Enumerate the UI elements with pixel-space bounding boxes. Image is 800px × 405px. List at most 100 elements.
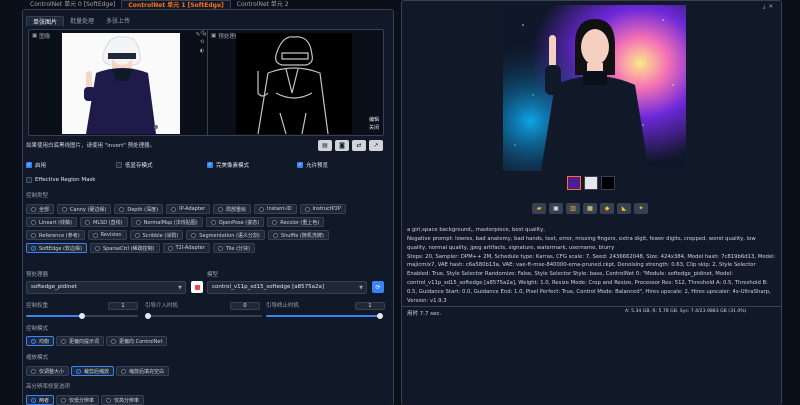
swap-icon[interactable]: ⇄ <box>352 140 366 151</box>
send-to-inpaint-icon[interactable]: ◆ <box>600 203 614 214</box>
radio-option[interactable]: Reference (参考) <box>26 230 85 240</box>
radio-option[interactable]: Revision <box>87 230 127 240</box>
tab-unit-0[interactable]: ControlNet 单元 0 [SoftEdge] <box>24 0 121 9</box>
radio-option[interactable]: SparseCtrl (稀疏控制) <box>89 243 160 253</box>
close-icon[interactable]: ✕ <box>768 4 773 11</box>
radio-option[interactable]: IP-Adapter <box>166 204 211 214</box>
end-slider-thumb[interactable] <box>377 313 383 319</box>
star-icon[interactable]: ✦ <box>634 203 648 214</box>
radio-dot-icon <box>217 245 223 251</box>
control-mode-label: 控制模式 <box>26 326 49 332</box>
undo-icon[interactable]: ↺ <box>200 30 204 36</box>
run-preprocessor-button[interactable] <box>191 281 203 293</box>
radio-option[interactable]: Scribble (涂鸦) <box>129 230 184 240</box>
end-label: 引导终止时机 <box>266 303 300 309</box>
pixel-perfect-checkbox[interactable]: ✓ 完美像素模式 <box>207 161 249 169</box>
radio-option[interactable]: Depth (深度) <box>114 204 164 214</box>
chevron-down-icon: ▼ <box>178 285 182 291</box>
palette-icon[interactable]: ◐ <box>200 48 204 54</box>
effective-region-mask-label: Effective Region Mask <box>35 177 96 183</box>
radio-option[interactable]: Instant-ID <box>254 204 297 214</box>
tab-batch[interactable]: 批量处理 <box>64 16 100 27</box>
radio-option[interactable]: 仅高分辨率 <box>101 395 145 405</box>
radio-label: Instant-ID <box>267 206 292 212</box>
open-canvas-icon[interactable]: ▤ <box>318 140 332 151</box>
start-input[interactable]: 0 <box>230 302 260 310</box>
folder-icon[interactable]: ▰ <box>532 203 546 214</box>
radio-label: InstructP2P <box>312 206 341 212</box>
radio-option[interactable]: NormalMap (法线贴图) <box>130 217 203 227</box>
thumbnail-strip <box>567 176 615 190</box>
radio-option[interactable]: Recolor (重上色) <box>267 217 325 227</box>
start-slider[interactable] <box>145 313 262 319</box>
weight-input[interactable]: 1 <box>108 302 138 310</box>
weight-slider[interactable] <box>26 313 138 319</box>
radio-label: 局部重绘 <box>226 206 247 213</box>
send-to-extras-icon[interactable]: ◣ <box>617 203 631 214</box>
thumbnail-result[interactable] <box>567 176 581 190</box>
save-icon[interactable]: ▣ <box>549 203 563 214</box>
redo-icon[interactable]: ⟲ <box>200 39 204 45</box>
radio-option[interactable]: 仅低分辨率 <box>56 395 100 405</box>
camera-icon[interactable]: ◙ <box>335 140 349 151</box>
output-main-image[interactable] <box>503 5 686 171</box>
radio-option[interactable]: 全部 <box>26 204 55 214</box>
radio-dot-icon <box>210 219 216 225</box>
send-dimensions-icon[interactable]: ↗ <box>369 140 383 151</box>
radio-option[interactable]: MLSD (直线) <box>80 217 128 227</box>
radio-dot-icon <box>304 206 310 212</box>
end-slider[interactable] <box>266 313 383 319</box>
effective-region-mask-checkbox[interactable]: Effective Region Mask <box>26 177 96 183</box>
radio-option[interactable]: 更偏向 ControlNet <box>106 336 168 346</box>
radio-option[interactable]: 两者 <box>26 395 55 405</box>
source-image-dropzone[interactable]: ▣ 图像 ✎ ✕ <box>28 29 210 136</box>
radio-option[interactable]: SoftEdge (软边缘) <box>26 243 87 253</box>
radio-option[interactable]: InstructP2P <box>299 204 346 214</box>
end-input[interactable]: 1 <box>355 302 385 310</box>
low-vram-checkbox[interactable]: 低显存模式 <box>116 161 153 169</box>
tab-unit-2[interactable]: ControlNet 单元 2 <box>231 0 295 9</box>
download-icon[interactable]: ⤓ <box>763 4 765 11</box>
image-label: 图像 <box>39 34 51 40</box>
radio-option[interactable]: 缩放后填充空白 <box>116 366 170 376</box>
radio-option[interactable]: Lineart (线稿) <box>26 217 77 227</box>
thumbnail-preprocessed[interactable] <box>601 176 615 190</box>
radio-option[interactable]: Segmentation (语义分割) <box>186 230 265 240</box>
start-slider-thumb[interactable] <box>145 313 151 319</box>
radio-option[interactable]: Canny (硬边缘) <box>57 204 112 214</box>
weight-label: 控制权重 <box>26 303 49 309</box>
radio-option[interactable]: 更偏向提示词 <box>56 336 105 346</box>
radio-option[interactable]: 裁剪后缩放 <box>71 366 115 376</box>
radio-option[interactable]: 均衡 <box>26 336 55 346</box>
radio-option[interactable]: 局部重绘 <box>213 204 252 214</box>
zip-icon[interactable]: ▥ <box>566 203 580 214</box>
app-root: ControlNet 单元 0 [SoftEdge] ControlNet 单元… <box>0 0 800 405</box>
radio-label: Scribble (涂鸦) <box>142 232 179 239</box>
allow-preview-checkbox[interactable]: ✓ 允许预览 <box>297 161 328 169</box>
resize-mode-label: 缩放模式 <box>26 355 49 361</box>
radio-dot-icon <box>259 206 265 212</box>
enable-checkbox[interactable]: ✓ 启用 <box>26 161 46 169</box>
image-label-wrap: ▣ 图像 <box>32 32 50 40</box>
radio-option[interactable]: T2I-Adapter <box>162 243 210 253</box>
tab-unit-1[interactable]: ControlNet 单元 1 [SoftEdge] <box>121 0 231 9</box>
preprocessor-select[interactable]: softedge_pidinet ▼ <box>26 281 186 294</box>
radio-option[interactable]: OpenPose (姿态) <box>205 217 265 227</box>
preprocessor-value: softedge_pidinet <box>31 284 77 290</box>
tab-single-image[interactable]: 单张图片 <box>26 16 65 27</box>
radio-option[interactable]: Tile (分块) <box>212 243 255 253</box>
radio-option[interactable]: Shuffle (随机洗牌) <box>267 230 329 240</box>
thumbnail-source[interactable] <box>584 176 598 190</box>
refresh-models-button[interactable]: ⟳ <box>372 281 384 293</box>
tab-multi-upload[interactable]: 多张上传 <box>100 16 136 27</box>
preview-close-badge[interactable]: 关闭 <box>369 124 379 131</box>
model-select[interactable]: control_v11p_sd15_softedge [a8575a2a] ▼ <box>207 281 367 294</box>
checkbox-empty-icon <box>26 177 32 183</box>
weight-slider-thumb[interactable] <box>79 313 85 319</box>
send-to-img2img-icon[interactable]: ▦ <box>583 203 597 214</box>
radio-option[interactable]: 仅调整大小 <box>26 366 70 376</box>
low-vram-label: 低显存模式 <box>125 163 153 169</box>
preview-edit-badge[interactable]: 编辑 <box>369 116 379 123</box>
radio-label: Tile (分块) <box>225 245 250 252</box>
invert-hint: 如果使用白底黑线图片，请使用 "invert" 预处理器。 <box>26 143 156 149</box>
